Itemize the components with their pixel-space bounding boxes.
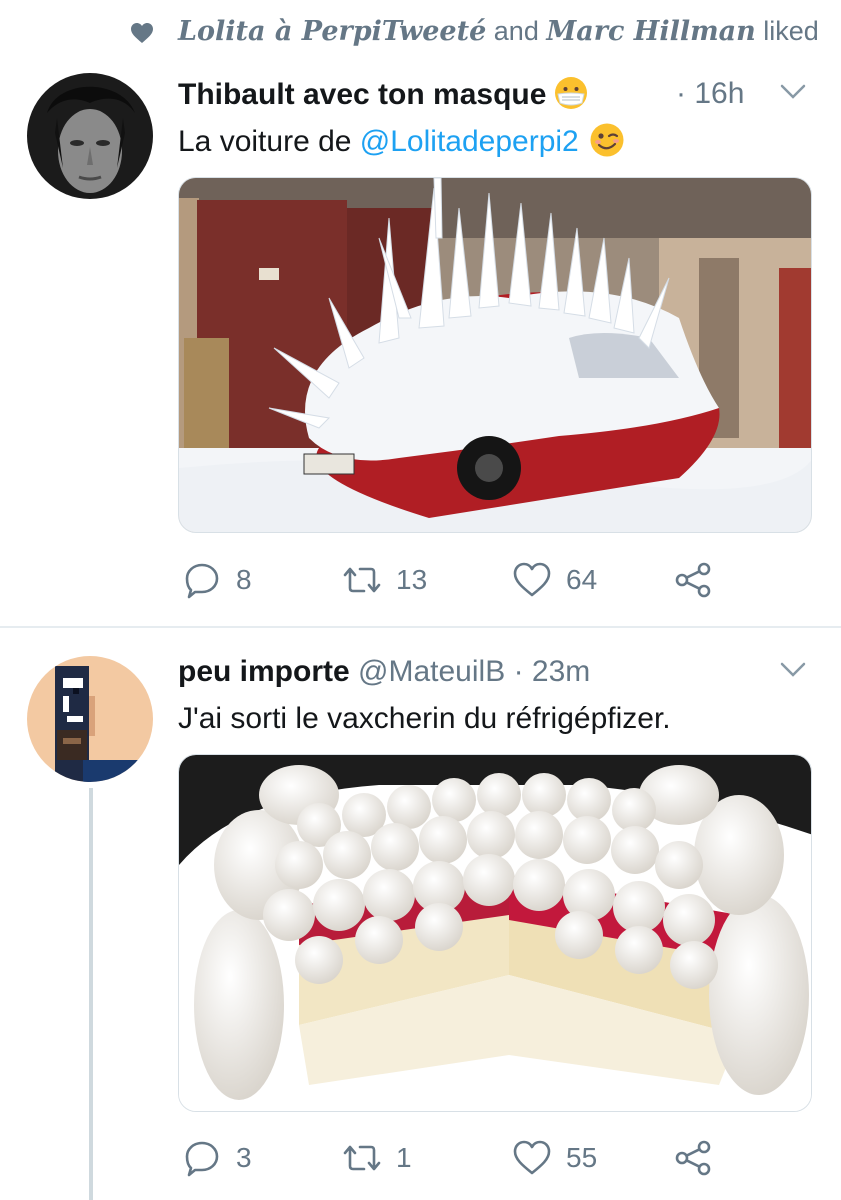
display-name[interactable]: Thibault avec ton masque bbox=[178, 78, 546, 111]
like-count: 55 bbox=[566, 1142, 598, 1173]
action-text: liked bbox=[763, 16, 819, 46]
retweet-button[interactable]: 13 bbox=[342, 558, 427, 602]
share-button[interactable] bbox=[673, 558, 713, 602]
retweet-button[interactable]: 1 bbox=[342, 1136, 412, 1180]
user-handle[interactable]: @MateuilB bbox=[358, 655, 505, 688]
tweet-text: La voiture de @Lolitadeperpi2 bbox=[178, 122, 625, 161]
reply-button[interactable]: 8 bbox=[182, 558, 252, 602]
chevron-down-icon[interactable] bbox=[778, 82, 808, 102]
heart-icon bbox=[131, 23, 153, 43]
heart-outline-icon bbox=[513, 562, 551, 597]
conjunction-text: and bbox=[493, 16, 539, 46]
like-count: 64 bbox=[566, 564, 598, 595]
retweet-count: 13 bbox=[396, 564, 428, 595]
liker-name-2[interactable]: Marc Hillman bbox=[546, 16, 755, 47]
share-icon bbox=[675, 562, 711, 598]
avatar[interactable] bbox=[27, 73, 153, 199]
share-icon bbox=[675, 1140, 711, 1176]
tweet-media-photo[interactable] bbox=[178, 754, 812, 1112]
tweet[interactable]: Thibault avec ton masque · 16h La voitur… bbox=[0, 62, 841, 628]
avatar[interactable] bbox=[27, 656, 153, 782]
tweet-time[interactable]: 23m bbox=[532, 655, 590, 688]
reply-icon bbox=[185, 563, 219, 599]
retweet-icon bbox=[343, 567, 381, 593]
thread-line bbox=[89, 788, 93, 1200]
tweet-actions: 3 1 55 bbox=[178, 1136, 812, 1180]
reply-icon bbox=[185, 1141, 219, 1177]
display-name[interactable]: peu importe bbox=[178, 655, 350, 688]
tweet-header: Thibault avec ton masque bbox=[178, 76, 588, 113]
tweet-header: peu importe @MateuilB · 23m bbox=[178, 654, 590, 690]
chevron-down-icon[interactable] bbox=[778, 660, 808, 680]
heart-outline-icon bbox=[513, 1140, 551, 1175]
time-text: 16h bbox=[694, 77, 745, 110]
share-button[interactable] bbox=[673, 1136, 713, 1180]
face-with-medical-mask-emoji bbox=[555, 77, 588, 109]
winking-face-emoji bbox=[590, 123, 624, 157]
tweet-text: J'ai sorti le vaxcherin du réfrigépfizer… bbox=[178, 702, 671, 735]
tweet-actions: 8 13 64 bbox=[178, 558, 812, 602]
like-button[interactable]: 64 bbox=[512, 558, 597, 602]
tweet-media-photo[interactable] bbox=[178, 177, 812, 533]
mention-link[interactable]: @Lolitadeperpi2 bbox=[360, 125, 579, 158]
social-context-text: Lolita à PerpiTweeté and Marc Hillman li… bbox=[178, 16, 819, 47]
liker-name-1[interactable]: Lolita à PerpiTweeté bbox=[178, 16, 486, 47]
reply-count: 8 bbox=[236, 564, 252, 595]
like-button[interactable]: 55 bbox=[512, 1136, 597, 1180]
separator-dot: · bbox=[513, 655, 524, 688]
tweet-text-content: La voiture de bbox=[178, 125, 360, 158]
retweet-icon bbox=[343, 1145, 381, 1171]
retweet-count: 1 bbox=[396, 1142, 412, 1173]
reply-count: 3 bbox=[236, 1142, 252, 1173]
reply-button[interactable]: 3 bbox=[182, 1136, 252, 1180]
tweet-time[interactable]: · 16h bbox=[676, 76, 744, 112]
social-context: Lolita à PerpiTweeté and Marc Hillman li… bbox=[0, 0, 841, 62]
tweet[interactable]: peu importe @MateuilB · 23m J'ai sorti l… bbox=[0, 630, 841, 1200]
